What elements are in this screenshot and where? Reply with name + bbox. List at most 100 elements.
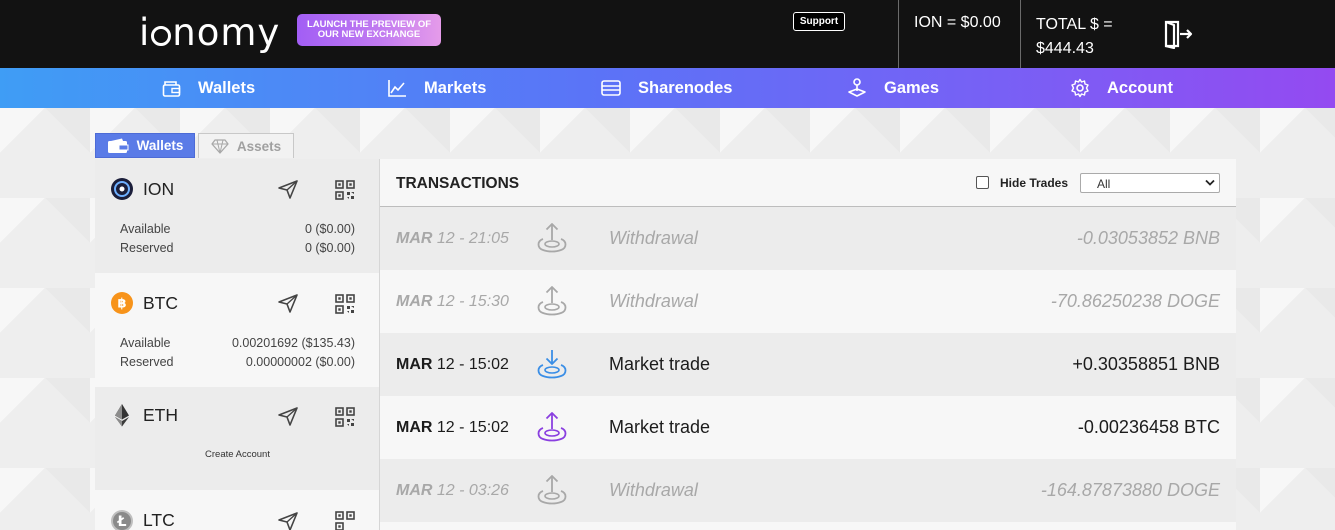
wallet-card-ion[interactable]: ION Available 0 ($0.00) Reserved 0 ($0.0… (95, 159, 379, 273)
transaction-date: MAR 12 - 03:26 (396, 482, 509, 500)
launch-preview-button[interactable]: LAUNCH THE PREVIEW OF OUR NEW EXCHANGE (297, 14, 441, 46)
send-icon[interactable] (277, 178, 299, 200)
logo-text-suffix: nomy (172, 11, 281, 54)
available-value: 0 ($0.00) (304, 222, 355, 236)
main-nav: Wallets Markets Sharenodes Games Account (0, 68, 1335, 108)
transaction-amount: -164.87873880 DOGE (1040, 480, 1220, 500)
transaction-date: MAR 12 - 15:02 (396, 356, 509, 374)
send-icon[interactable] (277, 405, 299, 427)
svg-text:฿: ฿ (117, 297, 126, 312)
transaction-type: Withdrawal (609, 480, 698, 500)
nav-games[interactable]: Games (847, 68, 939, 108)
support-button[interactable]: Support (793, 12, 845, 31)
transaction-time: 12 - 15:02 (432, 419, 509, 436)
chart-icon (388, 79, 406, 97)
available-label: Available (120, 222, 171, 236)
transaction-amount: -0.00236458 BTC (1077, 417, 1220, 437)
wallet-icon (162, 80, 181, 97)
wallet-card-eth[interactable]: ETH Create Account (95, 387, 379, 490)
transaction-type: Withdrawal (609, 228, 698, 248)
reserved-label: Reserved (120, 241, 174, 255)
transaction-date: MAR 12 - 21:05 (396, 230, 509, 248)
transaction-time: 12 - 03:26 (432, 482, 509, 499)
wallet-card-btc[interactable]: ฿ BTC Available 0.00201692 ($135.43) Res… (95, 273, 379, 387)
transactions-panel: TRANSACTIONS Hide Trades All MAR 12 - 21… (380, 159, 1236, 530)
qr-code-icon[interactable] (335, 180, 355, 200)
wallet-icon (107, 138, 129, 153)
withdraw-arrow-icon (535, 410, 569, 446)
coin-name: LTC (143, 510, 175, 530)
btc-coin-icon: ฿ (111, 292, 133, 314)
transaction-row[interactable]: MAR 12 - 21:05 Withdrawal -0.03053852 BNB (380, 207, 1236, 270)
coin-name: ETH (143, 405, 178, 425)
transaction-row[interactable]: MAR 12 - 15:02 Market trade +0.30358851 BN… (380, 333, 1236, 396)
tab-label: Assets (236, 138, 282, 154)
ion-price: ION = $0.00 (914, 14, 1001, 31)
transaction-date: MAR 12 - 15:30 (396, 293, 509, 311)
transaction-month: MAR (396, 293, 433, 310)
transaction-amount: -70.86250238 DOGE (1050, 291, 1220, 311)
nav-label: Wallets (198, 78, 256, 97)
nav-markets[interactable]: Markets (387, 68, 486, 108)
tab-assets[interactable]: Assets (198, 133, 294, 158)
ion-coin-icon (111, 178, 133, 200)
nav-account[interactable]: Account (1070, 68, 1173, 108)
eth-coin-icon (115, 404, 129, 427)
qr-code-icon[interactable] (335, 407, 355, 427)
transaction-filter-select[interactable]: All (1080, 173, 1220, 193)
hide-trades-label[interactable]: Hide Trades (1000, 176, 1068, 190)
reserved-value: 0.00000002 ($0.00) (245, 355, 355, 369)
nav-label: Account (1107, 78, 1173, 97)
withdraw-arrow-icon (535, 284, 569, 320)
logo-text-prefix: i (139, 11, 151, 54)
send-icon[interactable] (277, 292, 299, 314)
diamond-icon (211, 138, 229, 154)
top-bar: i nomy LAUNCH THE PREVIEW OF OUR NEW EXCH… (0, 0, 1335, 68)
filter-value: All (1097, 177, 1111, 191)
qr-code-icon[interactable] (335, 511, 355, 530)
tab-wallets[interactable]: Wallets (95, 133, 195, 158)
create-account-link[interactable]: Create Account (95, 449, 379, 460)
nav-wallets[interactable]: Wallets (162, 68, 255, 108)
header-divider (1020, 0, 1021, 68)
coin-name: BTC (143, 293, 178, 313)
ionomy-logo[interactable]: i nomy (139, 11, 280, 54)
send-icon[interactable] (277, 510, 299, 530)
deposit-arrow-icon (535, 347, 569, 383)
transaction-amount: -0.03053852 BNB (1076, 228, 1220, 248)
transaction-row[interactable]: MAR 12 - 15:30 Withdrawal -70.86250238 DOG… (380, 270, 1236, 333)
nav-sharenodes[interactable]: Sharenodes (601, 68, 732, 108)
transaction-type: Market trade (609, 417, 711, 437)
reserved-value: 0 ($0.00) (304, 241, 355, 255)
transaction-month: MAR (396, 419, 433, 436)
available-label: Available (120, 336, 171, 350)
transaction-row[interactable]: MAR 12 - 03:26 Withdrawal -164.87873880 DO… (380, 459, 1236, 522)
total-label: TOTAL $ = (1036, 16, 1113, 33)
wallet-card-ltc[interactable]: Ł LTC (95, 490, 379, 530)
logo-ring-icon (151, 25, 172, 46)
nav-label: Games (884, 78, 940, 97)
logout-icon[interactable] (1163, 19, 1195, 50)
transaction-month: MAR (396, 482, 433, 499)
transaction-date: MAR 12 - 15:02 (396, 419, 509, 437)
transaction-time: 12 - 15:30 (432, 293, 509, 310)
wallet-list: ION Available 0 ($0.00) Reserved 0 ($0.0… (95, 159, 380, 530)
qr-code-icon[interactable] (335, 294, 355, 314)
transaction-type: Market trade (609, 354, 711, 374)
transaction-amount: +0.30358851 BNB (1072, 354, 1220, 374)
coin-name: ION (143, 179, 175, 199)
nav-label: Markets (424, 78, 487, 97)
chevron-down-icon (1205, 179, 1215, 186)
transactions-title: TRANSACTIONS (396, 175, 520, 192)
reserved-label: Reserved (120, 355, 174, 369)
withdraw-arrow-icon (535, 221, 569, 257)
gear-icon (1071, 78, 1089, 98)
transaction-row[interactable]: MAR 12 - 15:02 Market trade -0.00236458 BT… (380, 396, 1236, 459)
transaction-month: MAR (396, 230, 433, 247)
available-value: 0.00201692 ($135.43) (231, 336, 355, 350)
total-value: $444.43 (1036, 40, 1094, 57)
withdraw-arrow-icon (535, 473, 569, 509)
transaction-type: Withdrawal (609, 291, 698, 311)
transactions-header: TRANSACTIONS Hide Trades All (380, 159, 1236, 207)
hide-trades-checkbox[interactable] (976, 176, 989, 189)
